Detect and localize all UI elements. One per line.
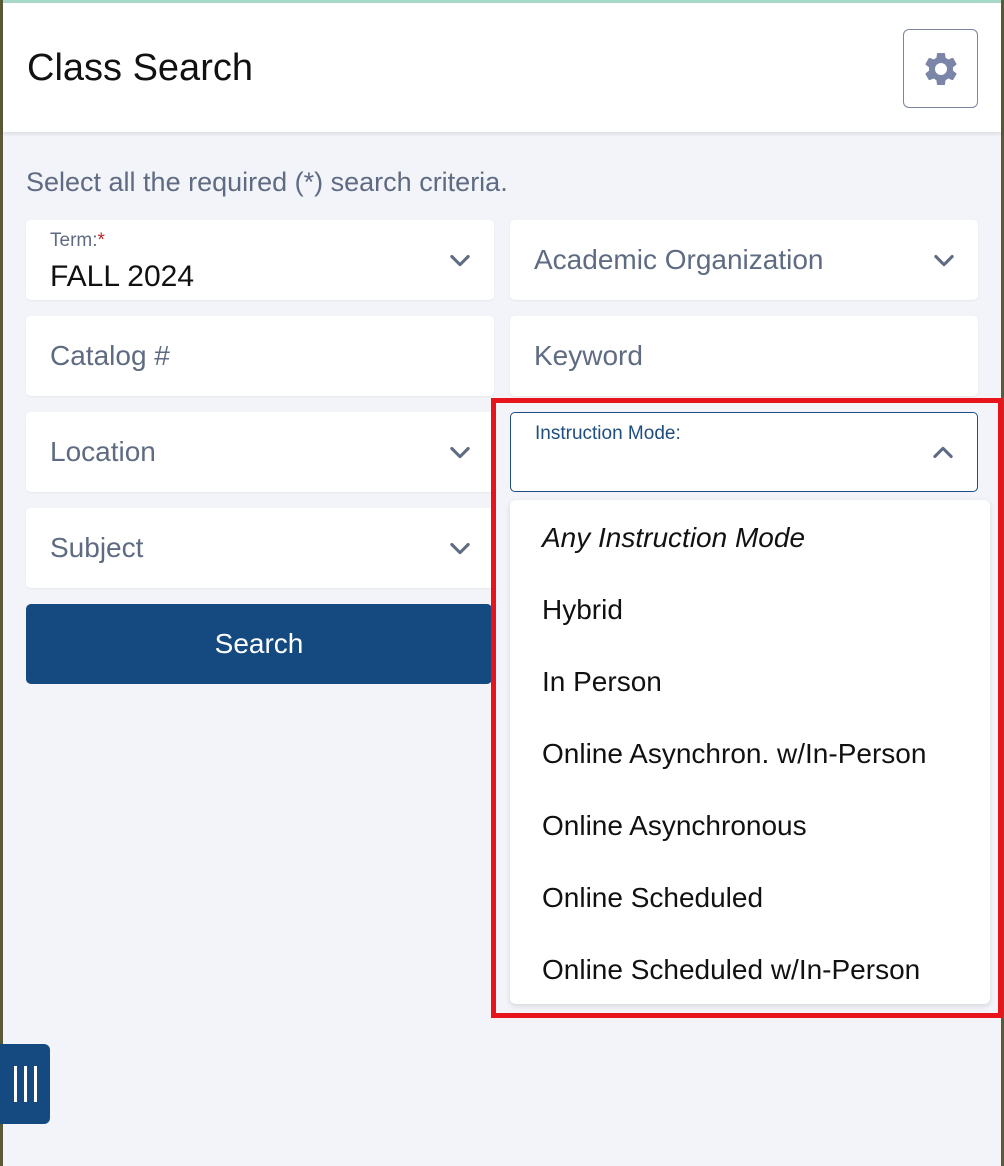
- subject-select[interactable]: Subject: [26, 508, 494, 588]
- location-select[interactable]: Location: [26, 412, 494, 492]
- catalog-number-placeholder: Catalog #: [50, 340, 170, 371]
- chevron-down-icon: [450, 254, 470, 267]
- chevron-down-icon: [450, 542, 470, 555]
- term-label: Term:*: [50, 230, 105, 251]
- chevron-down-icon: [450, 446, 470, 459]
- required-marker: *: [97, 230, 105, 251]
- term-value: FALL 2024: [50, 260, 195, 293]
- academic-organization-select[interactable]: Academic Organization: [510, 220, 978, 300]
- search-button[interactable]: Search: [26, 604, 492, 684]
- left-border: [0, 0, 3, 1166]
- subject-placeholder: Subject: [50, 532, 144, 563]
- instructions-text: Select all the required (*) search crite…: [26, 167, 508, 197]
- gear-icon: [924, 52, 957, 85]
- catalog-number-input[interactable]: Catalog #: [26, 316, 494, 396]
- chevron-down-icon: [934, 254, 954, 267]
- handle-bar: [24, 1066, 27, 1102]
- settings-button[interactable]: [903, 29, 978, 108]
- handle-bar: [14, 1066, 17, 1102]
- term-select[interactable]: Term:* FALL 2024: [26, 220, 494, 300]
- highlight-annotation: [491, 398, 1003, 1018]
- keyword-input[interactable]: Keyword: [510, 316, 978, 396]
- academic-organization-placeholder: Academic Organization: [534, 244, 824, 275]
- location-placeholder: Location: [50, 436, 156, 467]
- handle-bar: [34, 1066, 37, 1102]
- drawer-toggle[interactable]: [0, 1044, 50, 1124]
- page-title: Class Search: [27, 47, 253, 89]
- keyword-placeholder: Keyword: [534, 340, 643, 371]
- page-header: Class Search: [3, 3, 1001, 132]
